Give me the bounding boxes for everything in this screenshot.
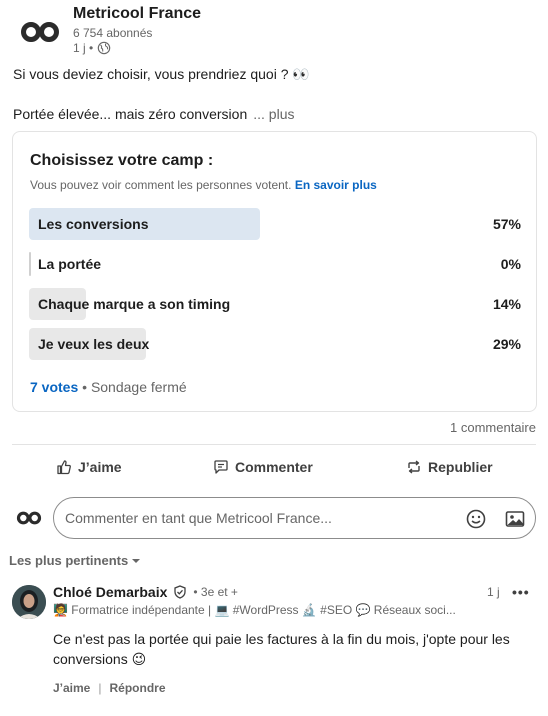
poll-footer: 7 votes • Sondage fermé	[30, 379, 187, 395]
followers-count: 6 754 abonnés	[73, 26, 153, 40]
metricool-logo-icon[interactable]	[20, 20, 60, 44]
comments-count[interactable]: 1 commentaire	[450, 420, 536, 435]
avatar[interactable]	[12, 585, 46, 619]
repost-button[interactable]: Republier	[406, 459, 493, 475]
poll-option-percent: 57%	[492, 216, 521, 232]
connection-degree: • 3e et +	[193, 585, 238, 599]
poll-status-text: Sondage fermé	[90, 379, 187, 395]
comment-button[interactable]: Commenter	[213, 459, 313, 475]
author-name[interactable]: Metricool France	[73, 5, 201, 23]
repost-icon	[408, 460, 420, 474]
poll-card: Choisissez votre camp : Vous pouvez voir…	[12, 131, 537, 412]
poll-option-portee[interactable]: La portée 0%	[29, 248, 521, 280]
thumbs-up-icon	[57, 460, 71, 475]
see-more-link[interactable]: ... plus	[253, 106, 294, 122]
comment-input-placeholder: Commenter en tant que Metricool France..…	[65, 510, 332, 526]
divider	[12, 444, 536, 445]
poll-option-label: Chaque marque a son timing	[38, 296, 231, 312]
comment-icon	[214, 460, 228, 474]
caret-down-icon	[132, 558, 141, 563]
sort-label: Les plus pertinents	[9, 553, 129, 568]
poll-option-bar	[29, 252, 31, 276]
like-button[interactable]: J’aime	[56, 459, 122, 475]
repost-label: Republier	[428, 459, 493, 475]
post-text-line2: Portée élevée... mais zéro conversion...…	[13, 106, 294, 122]
sort-dropdown[interactable]: Les plus pertinents	[9, 553, 141, 568]
poll-option-both[interactable]: Je veux les deux 29%	[29, 328, 521, 360]
poll-option-label: La portée	[38, 256, 102, 272]
verified-shield-icon	[174, 585, 187, 599]
comment-time: 1 j	[487, 585, 500, 599]
like-label: J’aime	[78, 459, 122, 475]
poll-status: • Sondage fermé	[82, 379, 187, 395]
post-time: 1 j •	[73, 41, 94, 55]
avatar-image-icon	[12, 585, 46, 619]
comment-text: Ce n'est pas la portée qui paie les fact…	[53, 631, 510, 667]
votes-link[interactable]: 7 votes	[30, 379, 78, 395]
poll-option-conversions[interactable]: Les conversions 57%	[29, 208, 521, 240]
more-options-icon[interactable]: •••	[512, 584, 530, 600]
poll-title: Choisissez votre camp :	[30, 152, 214, 169]
post-header: Metricool France 6 754 abonnés 1 j •	[0, 0, 548, 62]
globe-icon	[97, 41, 111, 55]
poll-option-percent: 0%	[500, 256, 521, 272]
metricool-logo-icon	[16, 511, 42, 525]
poll-option-percent: 14%	[492, 296, 521, 312]
poll-option-label: Les conversions	[38, 216, 149, 232]
poll-option-percent: 29%	[492, 336, 521, 352]
emoji-icon[interactable]	[465, 508, 487, 530]
post-text-line2-content: Portée élevée... mais zéro conversion	[13, 106, 248, 122]
post-meta: 1 j •	[73, 41, 111, 55]
poll-option-timing[interactable]: Chaque marque a son timing 14%	[29, 288, 521, 320]
comment-input[interactable]: Commenter en tant que Metricool France..…	[53, 497, 536, 539]
comment-label: Commenter	[235, 459, 313, 475]
comment-reply-button[interactable]: Répondre	[109, 681, 165, 695]
separator: |	[98, 681, 102, 695]
poll-subtitle-text: Vous pouvez voir comment les personnes v…	[30, 178, 292, 192]
comment-like-button[interactable]: J’aime	[53, 681, 90, 695]
poll-option-label: Je veux les deux	[38, 336, 150, 352]
commenter-headline: 🧑‍🏫 Formatrice indépendante | 💻 #WordPre…	[53, 603, 456, 617]
poll-subtitle: Vous pouvez voir comment les personnes v…	[30, 178, 377, 192]
learn-more-link[interactable]: En savoir plus	[295, 178, 377, 192]
comment-actions: J’aime | Répondre	[53, 681, 166, 695]
commenter-name[interactable]: Chloé Demarbaix • 3e et +	[53, 584, 238, 600]
post-text-line1: Si vous deviez choisir, vous prendriez q…	[13, 66, 310, 82]
commenter-name-text: Chloé Demarbaix	[53, 584, 168, 600]
image-icon[interactable]	[504, 508, 526, 530]
